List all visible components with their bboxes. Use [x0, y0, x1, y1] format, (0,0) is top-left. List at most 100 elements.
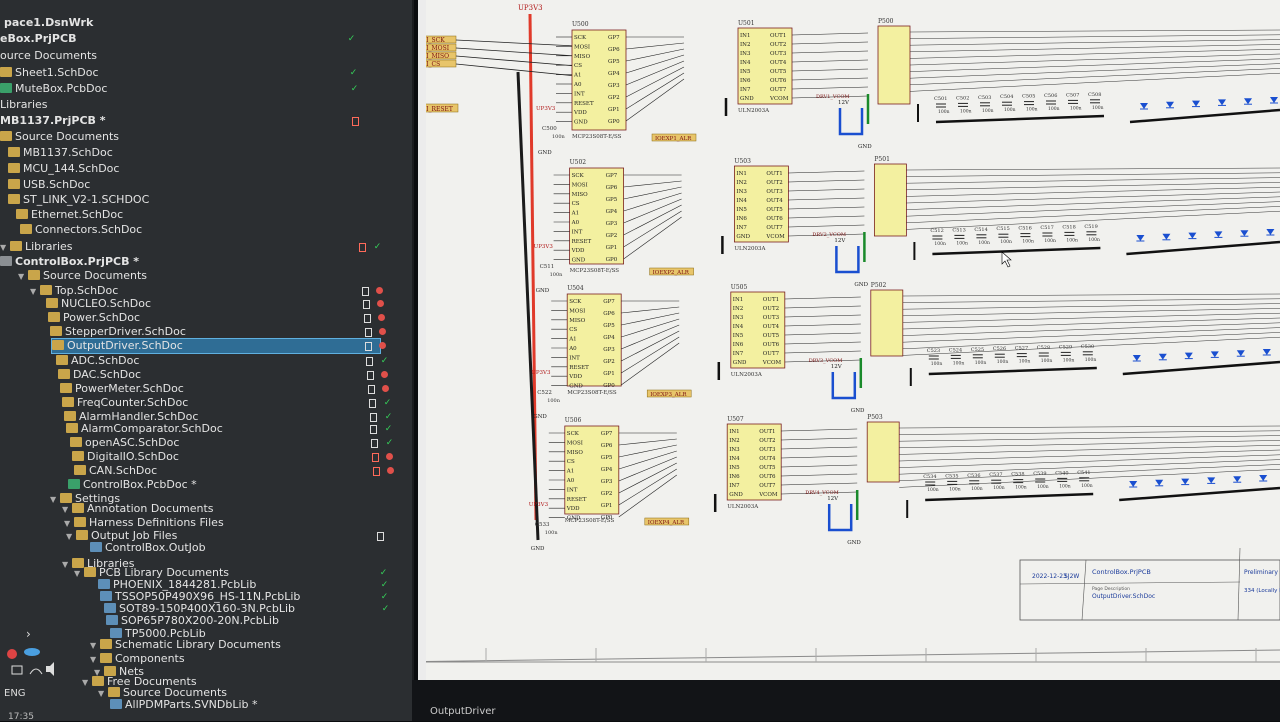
- net-label: SPI_RESET: [426, 106, 453, 113]
- expand-arrow-icon[interactable]: ▼: [62, 503, 72, 517]
- cap-value: 100n: [1026, 107, 1038, 113]
- expand-arrow-icon[interactable]: ▼: [66, 530, 76, 544]
- tree-item[interactable]: Connectors.SchDoc: [20, 223, 142, 237]
- document-icon: [363, 300, 370, 309]
- tree-item[interactable]: CAN.SchDoc: [74, 464, 157, 478]
- pin-label: SCK: [574, 35, 587, 41]
- ic-designator: U505: [731, 284, 748, 291]
- tree-item[interactable]: ource Documents: [0, 49, 97, 63]
- tree-item[interactable]: Libraries: [0, 98, 48, 112]
- pin-label: OUT3: [759, 447, 776, 453]
- check-icon: ✓: [350, 84, 359, 94]
- error-dot-icon: [378, 314, 385, 321]
- tree-item[interactable]: FreqCounter.SchDoc: [62, 396, 188, 410]
- tree-item[interactable]: openASC.SchDoc: [70, 436, 179, 450]
- pin-label: GP0: [608, 119, 620, 125]
- tree-item[interactable]: DigitalIO.SchDoc: [72, 450, 179, 464]
- check-icon: ✓: [381, 604, 390, 614]
- tree-item[interactable]: ▼ Components: [90, 652, 185, 666]
- folder-icon: [62, 397, 74, 407]
- tree-item[interactable]: AlarmComparator.SchDoc: [66, 422, 223, 436]
- tree-item[interactable]: ▼ Schematic Library Documents: [90, 638, 281, 652]
- folder-icon: [70, 437, 82, 447]
- cap-value: 100n: [1081, 483, 1093, 489]
- pin-label: GP2: [606, 233, 618, 239]
- schematic-sheet[interactable]: UP3V3 SPI_SCKSPI_MOSISPI_MISOSPI_CS SPI_RE…: [426, 0, 1280, 690]
- tree-item[interactable]: AllPDMParts.SVNDbLib *: [110, 698, 258, 712]
- tree-item[interactable]: ADC.SchDoc: [56, 354, 139, 368]
- document-tab[interactable]: OutputDriver: [430, 706, 496, 717]
- net-label: IOEXP3_ALR: [650, 392, 687, 398]
- tree-item[interactable]: PowerMeter.SchDoc: [60, 382, 184, 396]
- title-block-page-label: Page Description: [1092, 586, 1130, 592]
- tree-item[interactable]: MB1137.SchDoc: [8, 146, 113, 160]
- tree-item[interactable]: SOP65P780X200-20N.PcbLib: [106, 614, 279, 628]
- pin-label: GND: [740, 96, 754, 102]
- tree-item[interactable]: Power.SchDoc: [48, 311, 140, 325]
- power-port-label: UP3V3: [534, 244, 554, 250]
- expand-arrow-icon[interactable]: ▼: [90, 639, 100, 653]
- check-icon: ✓: [347, 34, 356, 44]
- tree-item[interactable]: Ethernet.SchDoc: [16, 208, 123, 222]
- folder-icon: [60, 383, 72, 393]
- pin-label: GP4: [601, 467, 613, 473]
- folder-icon: [56, 355, 68, 365]
- language-indicator[interactable]: ENG: [4, 688, 26, 699]
- expand-arrow-icon[interactable]: ▼: [0, 241, 10, 255]
- pin-label: IN3: [733, 315, 744, 321]
- tree-item[interactable]: ▼ Annotation Documents: [62, 502, 214, 516]
- document-icon: [352, 117, 359, 126]
- cap-value: 100n: [1059, 483, 1071, 489]
- expand-arrow-icon[interactable]: ▼: [82, 676, 92, 690]
- tree-item[interactable]: pace1.DsnWrk: [4, 16, 93, 30]
- pin-label: IN2: [740, 42, 750, 48]
- tree-item[interactable]: ▼ Source Documents: [18, 269, 147, 283]
- tree-item[interactable]: ControlBox.PrjPCB *: [0, 255, 139, 269]
- pin-label: RESET: [572, 239, 592, 245]
- pin-label: OUT7: [759, 483, 776, 489]
- expand-arrow-icon[interactable]: ▼: [98, 687, 108, 701]
- tree-item[interactable]: eBox.PrjPCB: [0, 32, 76, 46]
- pin-label: OUT7: [770, 87, 787, 93]
- expand-arrow-icon[interactable]: ▼: [18, 270, 28, 284]
- tree-item[interactable]: DAC.SchDoc: [58, 368, 141, 382]
- tree-item[interactable]: ▼ Harness Definitions Files: [64, 516, 224, 530]
- ic-designator: U500: [572, 21, 589, 28]
- schematic-editor[interactable]: UP3V3 SPI_SCKSPI_MOSISPI_MISOSPI_CS SPI_RE…: [418, 0, 1280, 690]
- net-label: IOEXP2_ALR: [653, 270, 690, 276]
- expand-arrow-icon[interactable]: ▼: [62, 558, 72, 572]
- tree-item[interactable]: ControlBox.PcbDoc *: [68, 478, 197, 492]
- tree-item[interactable]: ▼ Libraries: [0, 240, 73, 254]
- power-port-label: UP3V3: [518, 4, 543, 12]
- expand-arrow-icon[interactable]: ▼: [74, 567, 84, 581]
- document-icon: [359, 243, 366, 252]
- pin-label: IN2: [733, 306, 743, 312]
- tree-item[interactable]: ControlBox.OutJob: [90, 541, 206, 555]
- tray-icons[interactable]: ›: [0, 620, 60, 680]
- tree-item[interactable]: ST_LINK_V2-1.SCHDOC: [8, 193, 149, 207]
- tree-item[interactable]: OutputDriver.SchDoc: [51, 338, 381, 354]
- tree-item[interactable]: NUCLEO.SchDoc: [46, 297, 151, 311]
- expand-arrow-icon[interactable]: ▼: [30, 285, 40, 299]
- tree-item-label: Top.SchDoc: [55, 284, 119, 297]
- tree-item[interactable]: Source Documents: [0, 130, 119, 144]
- cap-designator: C511: [540, 264, 555, 270]
- tree-item-label: Components: [115, 652, 185, 665]
- tree-item[interactable]: Sheet1.SchDoc: [0, 66, 99, 80]
- cap-designator: C515: [996, 226, 1009, 232]
- tree-item-label: FreqCounter.SchDoc: [77, 396, 189, 409]
- cap-value: 100n: [547, 398, 561, 404]
- cloud-icon: [24, 648, 40, 656]
- expand-arrow-icon[interactable]: ▼: [50, 493, 60, 507]
- tree-item[interactable]: MB1137.PrjPCB *: [0, 114, 105, 128]
- cap-value: 100n: [1000, 239, 1012, 245]
- pin-label: MOSI: [574, 44, 590, 50]
- tree-item[interactable]: MuteBox.PcbDoc: [0, 82, 107, 96]
- pin-label: CS: [574, 63, 582, 69]
- tree-item[interactable]: USB.SchDoc: [8, 178, 90, 192]
- tree-item[interactable]: ▼ Top.SchDoc: [30, 284, 118, 298]
- folder-icon: [48, 312, 60, 322]
- tree-item[interactable]: StepperDriver.SchDoc: [50, 325, 186, 339]
- connector-designator: P502: [871, 282, 887, 289]
- tree-item[interactable]: MCU_144.SchDoc: [8, 162, 119, 176]
